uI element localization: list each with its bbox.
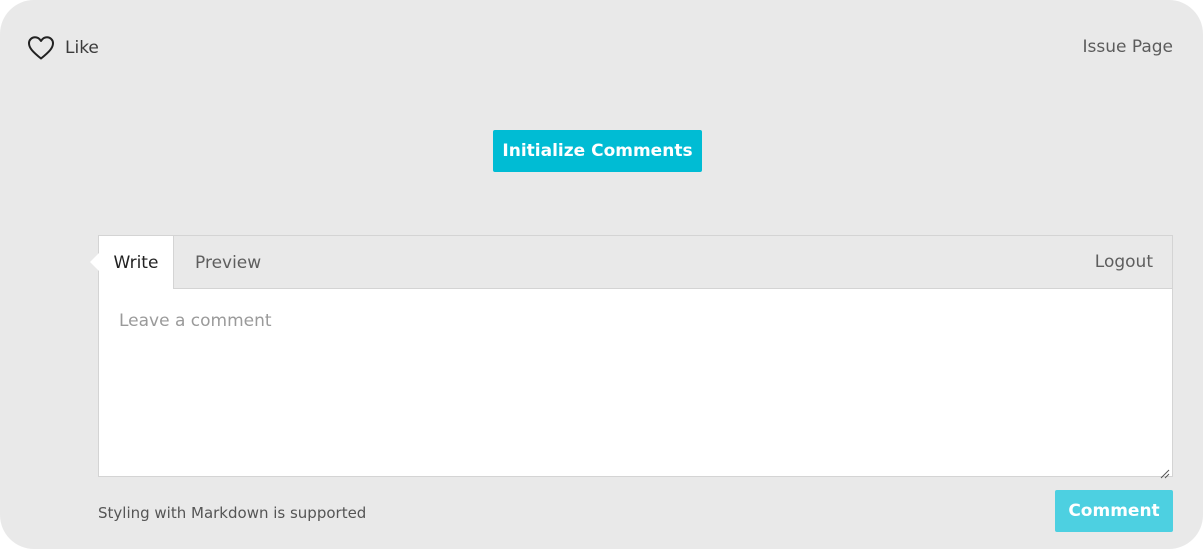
tab-write[interactable]: Write [90, 236, 174, 289]
comment-button[interactable]: Comment [1055, 490, 1173, 532]
comments-panel: Like Issue Page Initialize Comments Writ… [0, 0, 1203, 549]
comment-editor: Write Preview Logout [90, 235, 1173, 479]
logout-link[interactable]: Logout [1095, 252, 1153, 272]
resize-grip-icon[interactable] [1160, 464, 1170, 479]
like-label: Like [65, 38, 99, 58]
initialize-comments-button[interactable]: Initialize Comments [493, 130, 702, 172]
editor-tab-bar: Write Preview Logout [90, 236, 1172, 289]
markdown-support-note: Styling with Markdown is supported [98, 504, 367, 522]
tab-preview[interactable]: Preview [195, 236, 261, 289]
issue-page-link[interactable]: Issue Page [1082, 37, 1173, 57]
comment-textarea[interactable] [99, 289, 1172, 476]
heart-icon [27, 35, 55, 61]
like-button[interactable]: Like [27, 34, 99, 62]
